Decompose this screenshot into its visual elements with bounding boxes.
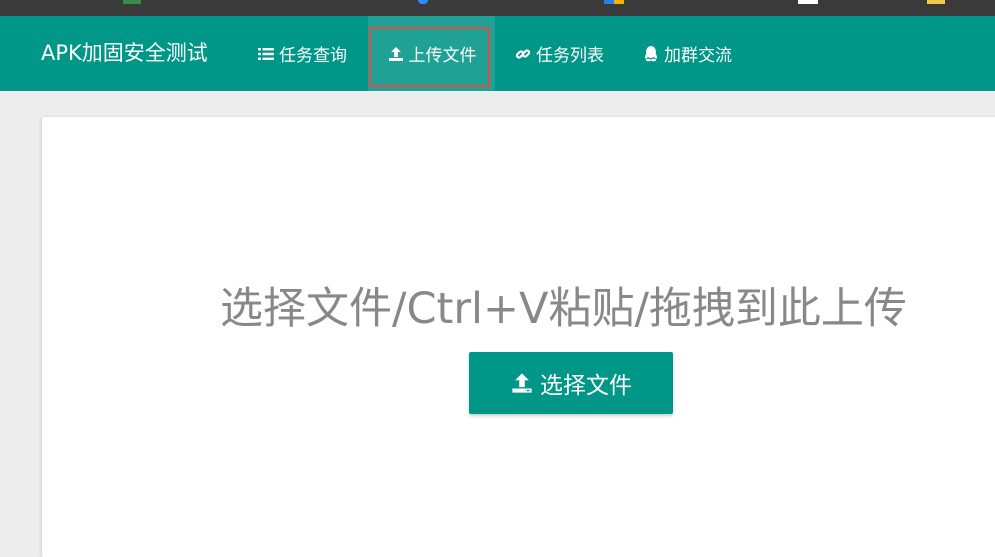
tab-favicon-yellow [927,0,945,4]
list-icon [257,45,275,63]
nav-label-join-group: 加群交流 [664,46,732,66]
upload-icon [510,371,534,395]
nav-item-upload-file[interactable]: 上传文件 [368,16,495,91]
upload-icon [387,45,405,63]
choose-file-label: 选择文件 [540,373,632,399]
drop-hint-text: 选择文件/Ctrl+V粘贴/拖拽到此上传 [220,284,907,334]
tab-favicon-white [798,0,818,4]
nav-item-join-group[interactable]: 加群交流 [642,16,732,91]
nav-label-task-query: 任务查询 [279,46,347,66]
nav-item-task-list[interactable]: 任务列表 [514,16,604,91]
link-icon [514,45,532,63]
nav-item-task-query[interactable]: 任务查询 [257,16,347,91]
tab-favicon-windows [604,0,624,4]
brand-title: APK加固安全测试 [41,41,208,65]
tab-favicon-green [123,0,141,4]
top-navbar: APK加固安全测试 任务查询 上传文件 任务列表 加群交流 [0,16,995,91]
upload-drop-zone[interactable] [42,117,995,557]
choose-file-button[interactable]: 选择文件 [469,352,673,414]
nav-label-task-list: 任务列表 [536,46,604,66]
qq-icon [642,45,660,63]
tab-favicon-blue [418,0,428,4]
browser-tab-strip [0,0,995,16]
nav-label-upload-file: 上传文件 [408,46,477,66]
